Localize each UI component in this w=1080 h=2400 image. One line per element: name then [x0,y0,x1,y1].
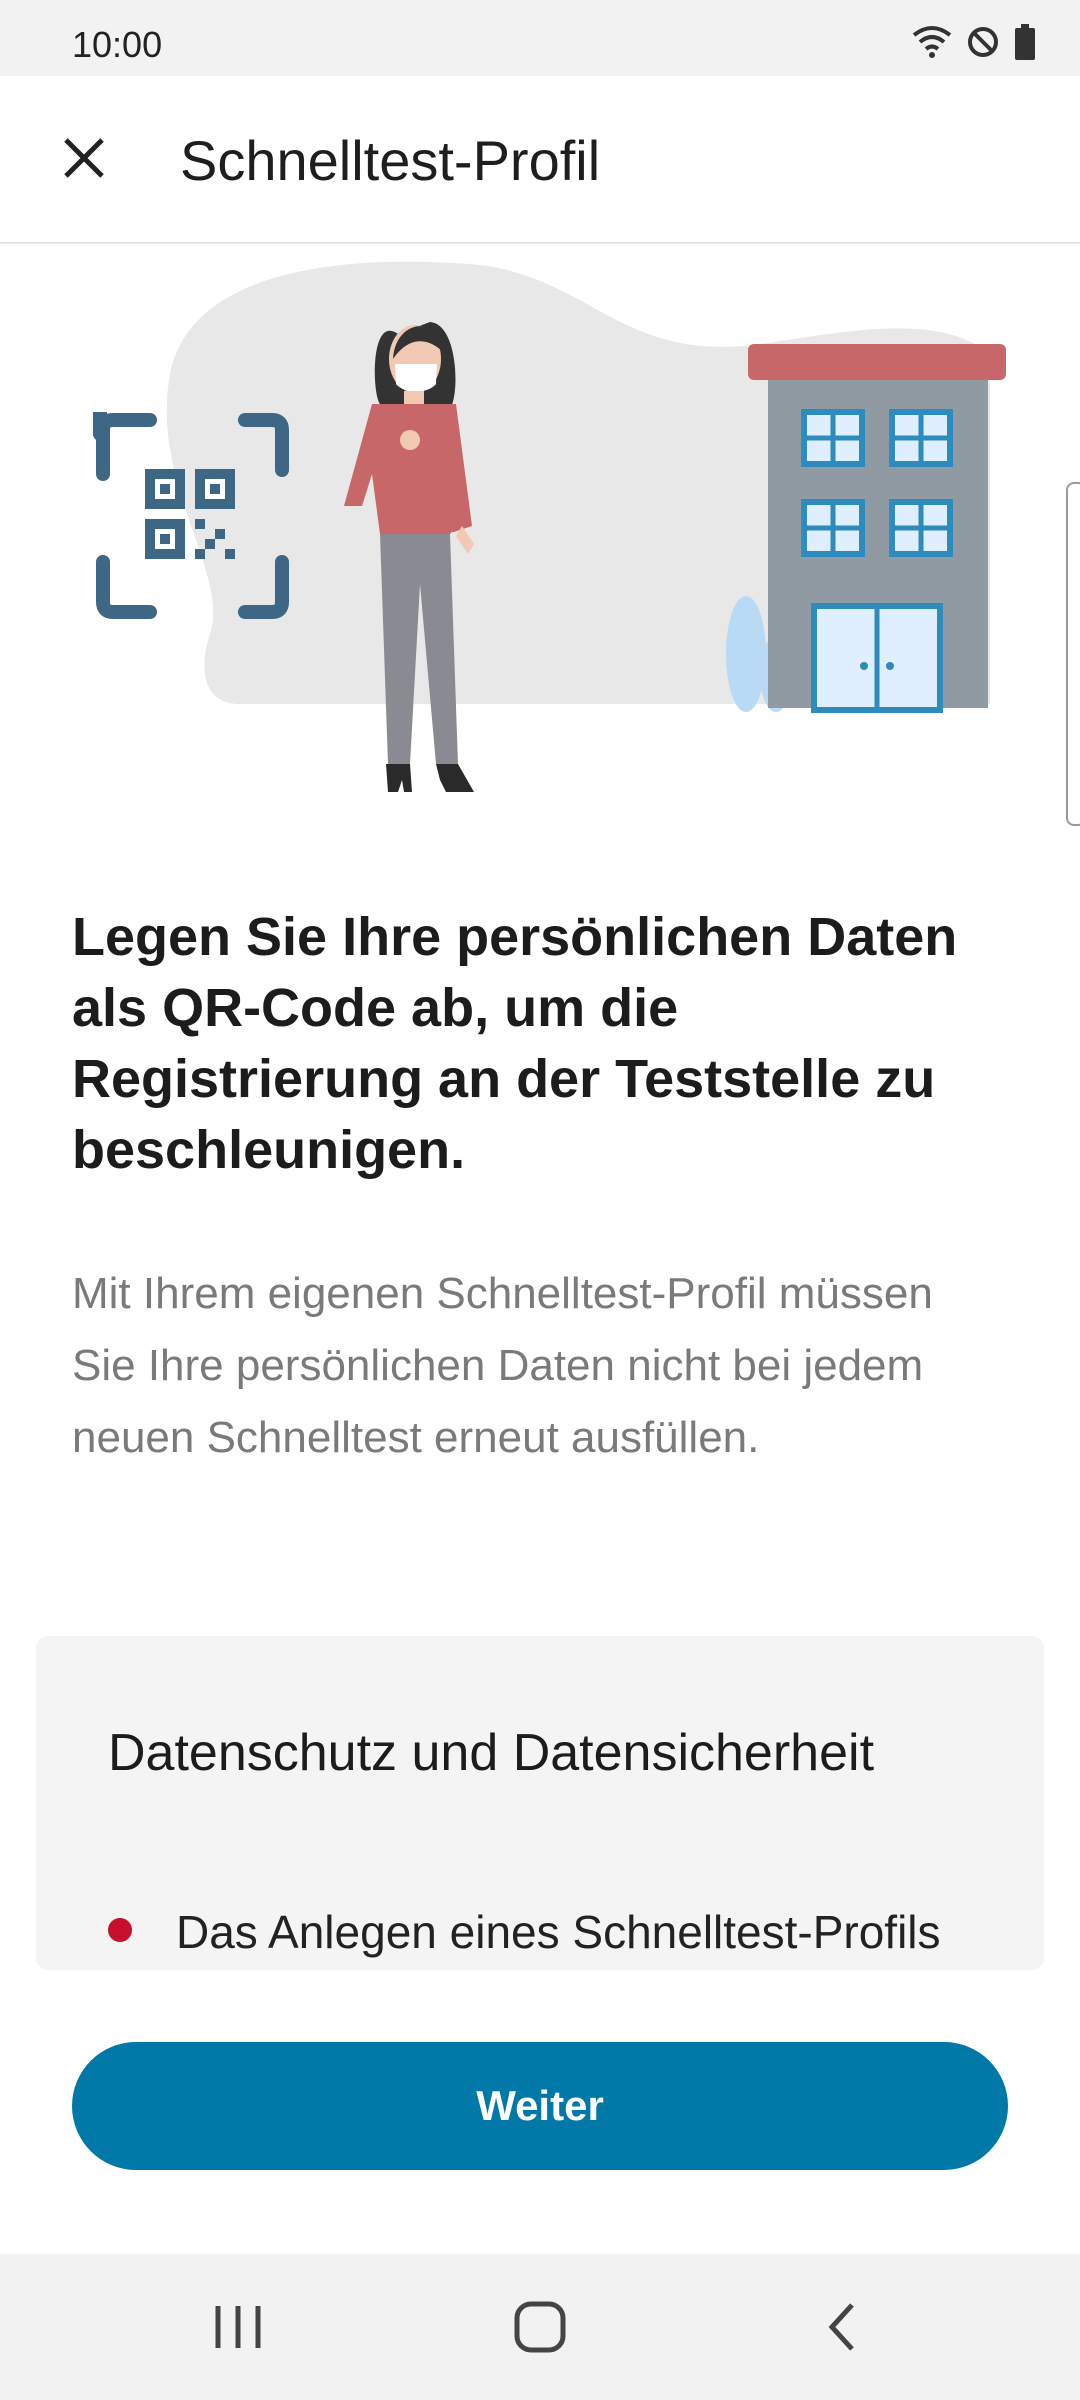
close-icon [64,138,104,178]
list-item-text: Das Anlegen eines Schnelltest-Profils [176,1906,941,1958]
privacy-title: Datenschutz und Datensicherheit [108,1724,875,1782]
back-icon [828,2303,854,2351]
status-icons [912,24,1036,60]
close-button[interactable] [48,122,120,194]
navigation-bar [0,2254,1080,2400]
building [748,344,1006,713]
home-button[interactable] [480,2272,600,2382]
status-time: 10:00 [72,24,163,65]
hero-illustration [0,244,1080,844]
bullet-icon [108,1918,132,1942]
next-button[interactable]: Weiter [72,2042,1008,2170]
recents-icon [215,2306,261,2348]
description-text: Mit Ihrem eigenen Schnelltest-Profil müs… [72,1269,933,1462]
battery-icon [1015,24,1035,60]
wifi-icon [912,26,952,58]
list-item: Das Anlegen eines Schnelltest-Profils [108,1904,1028,1960]
home-icon [514,2301,566,2353]
recents-button[interactable] [178,2272,298,2382]
privacy-card: Datenschutz und Datensicherheit Das Anle… [36,1636,1044,1970]
status-bar: 10:00 [0,0,1080,76]
scroll-indicator[interactable] [1066,482,1080,826]
back-button[interactable] [782,2272,902,2382]
page-title: Schnelltest-Profil [180,129,601,192]
app-bar: Schnelltest-Profil [0,76,1080,244]
do-not-disturb-icon [968,27,998,57]
headline: Legen Sie Ihre persönlichen Daten als QR… [72,907,958,1180]
